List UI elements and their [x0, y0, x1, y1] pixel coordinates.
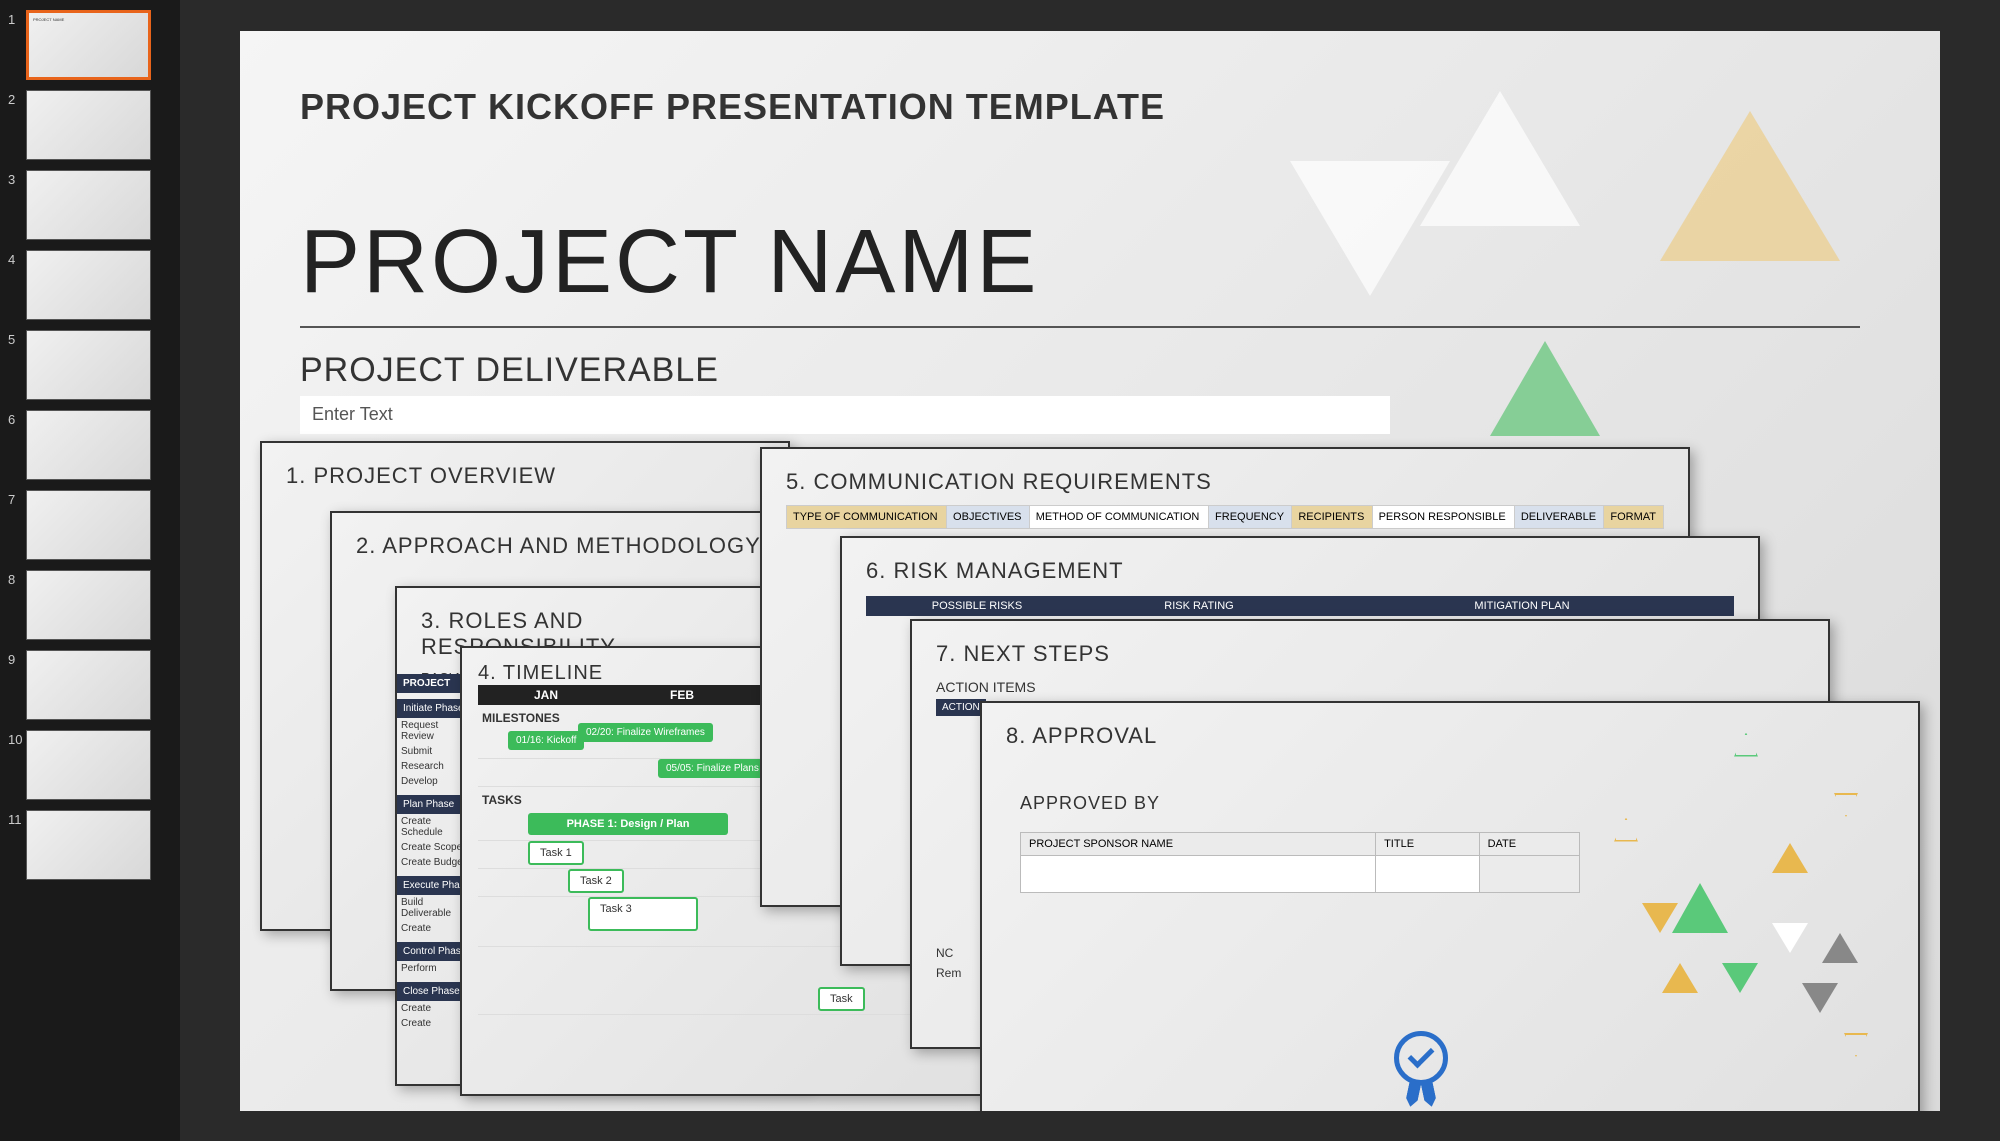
slide-thumbnail-6[interactable]: [26, 410, 151, 480]
triangle-decoration-icon: [1772, 843, 1808, 873]
triangle-decoration-icon: [1834, 793, 1858, 817]
slide-thumbnail-9[interactable]: [26, 650, 151, 720]
action-header: ACTION: [936, 699, 986, 716]
slide-thumbnail-1[interactable]: PROJECT NAME: [26, 10, 151, 80]
triangle-decoration-icon: [1660, 111, 1840, 261]
thumb-number: 6: [8, 410, 26, 427]
card-title: 6. RISK MANAGEMENT: [866, 558, 1734, 584]
thumb-number: 8: [8, 570, 26, 587]
triangle-decoration-icon: [1672, 883, 1728, 933]
triangle-decoration-icon: [1722, 963, 1758, 993]
triangle-decoration-icon: [1614, 818, 1638, 842]
thumb-number: 10: [8, 730, 26, 747]
card-approval[interactable]: 8. APPROVAL APPROVED BY PROJECT SPONSOR …: [980, 701, 1920, 1111]
thumb-number: 7: [8, 490, 26, 507]
card-title: 2. APPROACH AND METHODOLOGY: [356, 533, 824, 559]
slide-canvas-area: PROJECT KICKOFF PRESENTATION TEMPLATE PR…: [180, 0, 2000, 1141]
slide-thumbnail-5[interactable]: [26, 330, 151, 400]
phase-bar[interactable]: PHASE 1: Design / Plan: [528, 813, 728, 835]
thumb-number: 1: [8, 10, 26, 27]
thumb-number: 9: [8, 650, 26, 667]
thumb-number: 3: [8, 170, 26, 187]
thumb-number: 2: [8, 90, 26, 107]
slide-header[interactable]: PROJECT KICKOFF PRESENTATION TEMPLATE: [300, 86, 1165, 128]
thumb-number: 4: [8, 250, 26, 267]
approval-table[interactable]: PROJECT SPONSOR NAMETITLEDATE: [1020, 832, 1580, 893]
slide-thumbnail-panel: 1PROJECT NAME 2 3 4 5 6 7 8 9 10 11: [0, 0, 180, 1141]
triangle-decoration-icon: [1642, 903, 1678, 933]
task-bar[interactable]: Task 1: [528, 841, 584, 865]
slide-thumbnail-10[interactable]: [26, 730, 151, 800]
slide-thumbnail-8[interactable]: [26, 570, 151, 640]
slide-title[interactable]: PROJECT NAME: [300, 211, 1039, 314]
risk-header-row: POSSIBLE RISKSRISK RATINGMITIGATION PLAN: [866, 596, 1734, 616]
triangle-decoration-icon: [1734, 733, 1758, 757]
approval-footer-label: APPROVAL: [1842, 1109, 1906, 1111]
triangle-decoration-icon: [1844, 1033, 1868, 1057]
slide-thumbnail-7[interactable]: [26, 490, 151, 560]
milestone-bar[interactable]: 05/05: Finalize Plans: [658, 759, 767, 778]
card-title: 7. NEXT STEPS: [936, 641, 1804, 667]
slide-thumbnail-4[interactable]: [26, 250, 151, 320]
task-bar[interactable]: Task: [818, 987, 865, 1011]
milestone-bar[interactable]: 02/20: Finalize Wireframes: [578, 723, 713, 742]
communication-table: TYPE OF COMMUNICATIONOBJECTIVESMETHOD OF…: [786, 505, 1664, 529]
deliverable-input[interactable]: Enter Text: [300, 396, 1390, 434]
triangle-decoration-icon: [1772, 923, 1808, 953]
approval-check-ribbon-icon: [1394, 1031, 1448, 1109]
triangle-decoration-icon: [1662, 963, 1698, 993]
thumb-number: 5: [8, 330, 26, 347]
card-title: 5. COMMUNICATION REQUIREMENTS: [786, 469, 1664, 495]
slide-thumbnail-3[interactable]: [26, 170, 151, 240]
action-items-label: ACTION ITEMS: [936, 679, 1804, 695]
slide-thumbnail-11[interactable]: [26, 810, 151, 880]
card-title: 1. PROJECT OVERVIEW: [286, 463, 764, 489]
slide-thumbnail-2[interactable]: [26, 90, 151, 160]
triangle-decoration-icon: [1822, 933, 1858, 963]
triangle-decoration-icon: [1802, 983, 1838, 1013]
triangle-decoration-icon: [1490, 341, 1600, 436]
slide-1[interactable]: PROJECT KICKOFF PRESENTATION TEMPLATE PR…: [240, 31, 1940, 1111]
title-underline: [300, 326, 1860, 328]
milestone-bar[interactable]: 01/16: Kickoff: [508, 731, 584, 750]
thumb-number: 11: [8, 810, 26, 827]
slide-subtitle[interactable]: PROJECT DELIVERABLE: [300, 351, 719, 390]
task-bar[interactable]: Task 3: [588, 897, 698, 931]
triangle-decoration-icon: [1420, 91, 1580, 226]
task-bar[interactable]: Task 2: [568, 869, 624, 893]
